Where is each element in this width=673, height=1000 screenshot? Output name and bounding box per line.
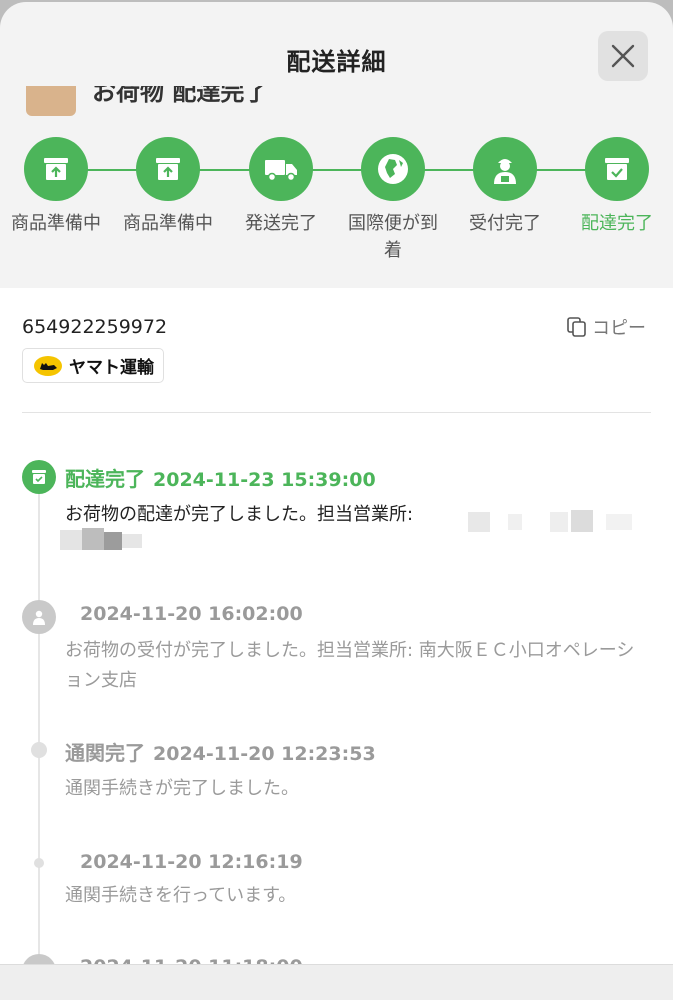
step-2-label: 商品準備中 — [123, 213, 213, 234]
event-3-datetime: 2024-11-20 12:23:53 — [153, 743, 376, 765]
close-button[interactable] — [598, 31, 648, 81]
event-3-header: 通関完了 2024-11-20 12:23:53 — [65, 737, 376, 766]
banner-text: お荷物 配達完了 — [92, 86, 269, 106]
timeline-dot — [34, 858, 44, 868]
delivery-detail-sheet: 配送詳細 お荷物 配達完了 商品準備中 商品準備中 発送完了 国際便が到着 受付… — [0, 2, 673, 964]
courier-icon — [494, 159, 516, 184]
event-1-description: お荷物の配達が完了しました。担当営業所: — [65, 504, 414, 525]
box-upload-icon — [156, 158, 180, 180]
step-1-label: 商品準備中 — [11, 213, 101, 234]
event-4-header: 2024-11-20 12:16:19 — [72, 849, 303, 873]
package-thumbnail — [26, 86, 76, 116]
bottom-bar — [0, 964, 673, 1000]
event-4-datetime: 2024-11-20 12:16:19 — [80, 851, 303, 873]
copy-label: コピー — [592, 318, 646, 339]
status-banner: お荷物 配達完了 — [22, 86, 322, 116]
timeline-dot — [22, 954, 56, 964]
box-check-icon — [605, 158, 629, 180]
redacted-area — [60, 528, 145, 552]
step-5-circle — [473, 137, 537, 201]
page-title: 配送詳細 — [286, 48, 387, 76]
redacted-area — [468, 510, 638, 534]
box-upload-icon — [44, 158, 68, 180]
step-5-label: 受付完了 — [469, 213, 541, 234]
step-1-circle — [24, 137, 88, 201]
step-3-label: 発送完了 — [245, 213, 317, 234]
globe-icon — [378, 154, 408, 184]
carrier-name: ヤマト運輸 — [69, 358, 154, 378]
step-2-circle — [136, 137, 200, 201]
close-icon — [611, 44, 635, 68]
step-3-circle — [249, 137, 313, 201]
step-4-circle — [361, 137, 425, 201]
step-6-circle — [585, 137, 649, 201]
event-1-datetime: 2024-11-23 15:39:00 — [153, 469, 376, 491]
event-4-description: 通関手続きを行っています。 — [65, 885, 297, 906]
event-3-status: 通関完了 — [65, 741, 145, 765]
event-2-header: 2024-11-20 16:02:00 — [72, 601, 303, 625]
box-check-icon — [32, 470, 46, 484]
event-2-datetime: 2024-11-20 16:02:00 — [80, 603, 303, 625]
carrier-badge: ヤマト運輸 — [22, 348, 164, 383]
event-2-description: お荷物の受付が完了しました。担当営業所: 南大阪ＥＣ小口オペレーション支店 — [65, 640, 635, 691]
timeline-line — [38, 474, 40, 964]
step-4-label: 国際便が到着 — [348, 213, 438, 261]
courier-icon — [33, 610, 45, 625]
event-5-header: 2024-11-20 11:18:00 — [72, 954, 303, 964]
copy-button[interactable]: コピー — [566, 314, 646, 340]
timeline-dot — [22, 600, 56, 634]
step-6-label: 配達完了 — [581, 213, 653, 234]
truck-icon — [265, 160, 297, 182]
timeline-dot-active — [22, 460, 56, 494]
black-cat-logo-icon — [34, 355, 62, 376]
divider — [22, 412, 651, 413]
tracking-number: 654922259972 — [22, 316, 168, 338]
timeline-dot — [31, 742, 47, 758]
event-3-description: 通関手続きが完了しました。 — [65, 778, 299, 799]
tracking-card: 654922259972 コピー ヤマト運輸 配達完了 2024-11-23 1… — [0, 288, 673, 964]
event-1-header: 配達完了 2024-11-23 15:39:00 — [65, 463, 376, 492]
event-1-status: 配達完了 — [65, 467, 145, 491]
copy-icon — [567, 317, 586, 337]
event-5-datetime: 2024-11-20 11:18:00 — [80, 956, 303, 964]
